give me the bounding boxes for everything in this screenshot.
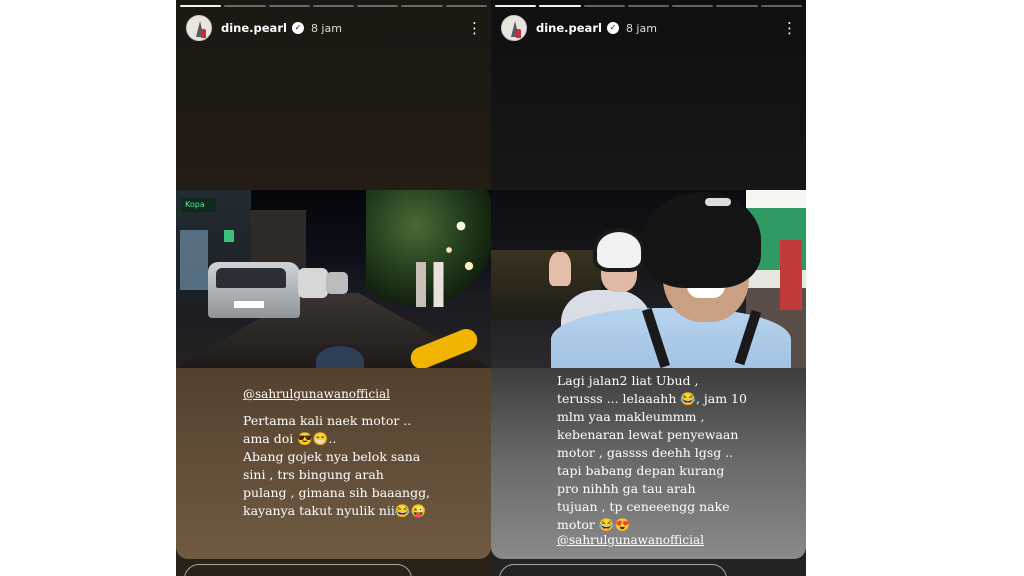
more-options-icon[interactable]: ⋮: [782, 20, 797, 36]
passenger-helmet: [593, 228, 645, 272]
person-figure: [516, 29, 521, 38]
story-caption: Pertama kali naek motor .. ama doi 😎😁.. …: [243, 413, 431, 518]
progress-segment: [716, 5, 758, 7]
story-photo: [491, 190, 806, 368]
progress-segment: [312, 5, 355, 7]
verified-badge-icon: ✓: [291, 22, 304, 34]
progress-segment: [539, 5, 581, 7]
avatar[interactable]: [501, 15, 527, 41]
green-sign: [224, 230, 234, 242]
progress-segment: [268, 5, 310, 7]
mention-link[interactable]: @sahrulgunawanofficial: [557, 533, 704, 547]
red-cooler: [780, 240, 802, 310]
story-photo: Kopa: [176, 190, 491, 368]
progress-segment: [224, 5, 266, 7]
story-panel-2[interactable]: dine.pearl ✓ 8 jam ⋮ Lagi jalan2 liat Ub…: [491, 0, 806, 576]
post-time: 8 jam: [625, 21, 657, 35]
story-progress-bar: [495, 5, 802, 7]
car-window: [216, 268, 286, 288]
story-caption: Lagi jalan2 liat Ubud , terusss ... lela…: [557, 373, 747, 532]
username[interactable]: dine.pearl: [221, 21, 287, 35]
story-panel-1[interactable]: dine.pearl ✓ 8 jam ⋮ Kopa @sahrulgunawan…: [176, 0, 491, 576]
waving-hand: [549, 252, 571, 286]
parked-car: [298, 268, 328, 298]
progress-segment: [672, 5, 714, 7]
progress-segment: [583, 5, 625, 7]
mention-link[interactable]: @sahrulgunawanofficial: [243, 387, 390, 401]
post-time: 8 jam: [310, 21, 342, 35]
progress-segment: [357, 5, 399, 7]
more-options-icon[interactable]: ⋮: [467, 20, 482, 36]
license-plate: [234, 301, 264, 308]
reply-input[interactable]: [499, 564, 727, 576]
story-header: dine.pearl ✓ 8 jam ⋮: [186, 14, 482, 42]
avatar[interactable]: [186, 15, 212, 41]
progress-segment: [445, 5, 487, 7]
story-progress-bar: [180, 5, 487, 7]
progress-segment: [180, 5, 222, 7]
verified-badge-icon: ✓: [606, 22, 619, 34]
driver-helmet: [643, 192, 761, 288]
progress-segment: [627, 5, 670, 7]
parked-car: [208, 262, 300, 318]
progress-segment: [495, 5, 537, 7]
helmet-logo: [705, 198, 731, 206]
pedestrians: [416, 262, 466, 307]
shop-sign: Kopa: [182, 198, 216, 212]
reply-input[interactable]: [184, 564, 412, 576]
shop-window: [180, 230, 208, 290]
username[interactable]: dine.pearl: [536, 21, 602, 35]
story-header: dine.pearl ✓ 8 jam ⋮: [501, 14, 797, 42]
parked-car: [326, 272, 348, 294]
progress-segment: [760, 5, 802, 7]
progress-segment: [401, 5, 443, 7]
rider-helmet: [316, 346, 364, 368]
person-figure: [201, 29, 206, 38]
